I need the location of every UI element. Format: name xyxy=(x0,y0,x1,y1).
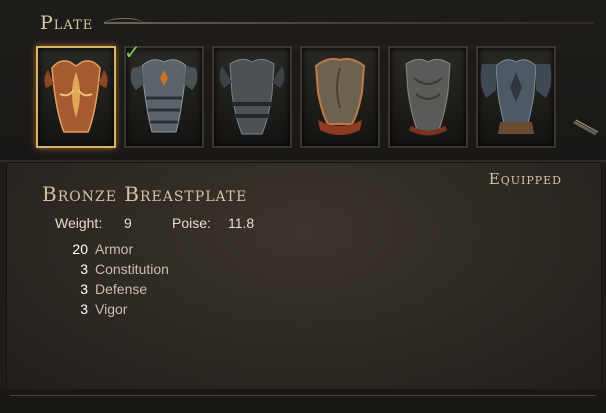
attribute-value: 20 xyxy=(72,241,88,257)
steel-plate-slot-6[interactable] xyxy=(476,46,556,148)
iron-cuirass-icon xyxy=(219,58,285,135)
title-flourish-divider xyxy=(104,18,594,24)
bronze-trim-cuirass-icon xyxy=(314,57,366,135)
equipped-status: Equipped xyxy=(488,170,562,188)
steel-plate-slot-5[interactable] xyxy=(388,46,468,148)
weight-label: Weight: xyxy=(55,215,103,231)
attribute-name: Defense xyxy=(95,281,148,297)
poise-value: 11.8 xyxy=(228,215,255,231)
attribute-name: Vigor xyxy=(95,301,128,317)
weight-value: 9 xyxy=(124,215,132,231)
bottom-frame-border xyxy=(0,389,606,413)
attribute-value: 3 xyxy=(80,261,88,277)
bronze-breastplate-icon xyxy=(44,60,108,133)
attribute-name: Constitution xyxy=(95,261,169,277)
blue-steel-plate-icon xyxy=(480,59,552,134)
engraved-cuirass-icon xyxy=(405,58,451,136)
poise-label: Poise: xyxy=(172,215,211,231)
scroll-handle-icon[interactable] xyxy=(572,118,600,138)
attribute-value: 3 xyxy=(80,301,88,317)
attribute-name: Armor xyxy=(95,241,134,257)
steel-plate-slot-4[interactable] xyxy=(300,46,380,148)
armor-category-panel: Plate ✓ xyxy=(0,0,606,162)
equipped-check-icon: ✓ xyxy=(124,40,141,64)
steel-plate-slot-3[interactable] xyxy=(212,46,292,148)
item-name: Bronze Breastplate xyxy=(42,182,248,206)
attribute-value: 3 xyxy=(80,281,88,297)
bronze-breastplate-slot[interactable] xyxy=(36,46,116,148)
category-title: Plate xyxy=(40,12,94,34)
